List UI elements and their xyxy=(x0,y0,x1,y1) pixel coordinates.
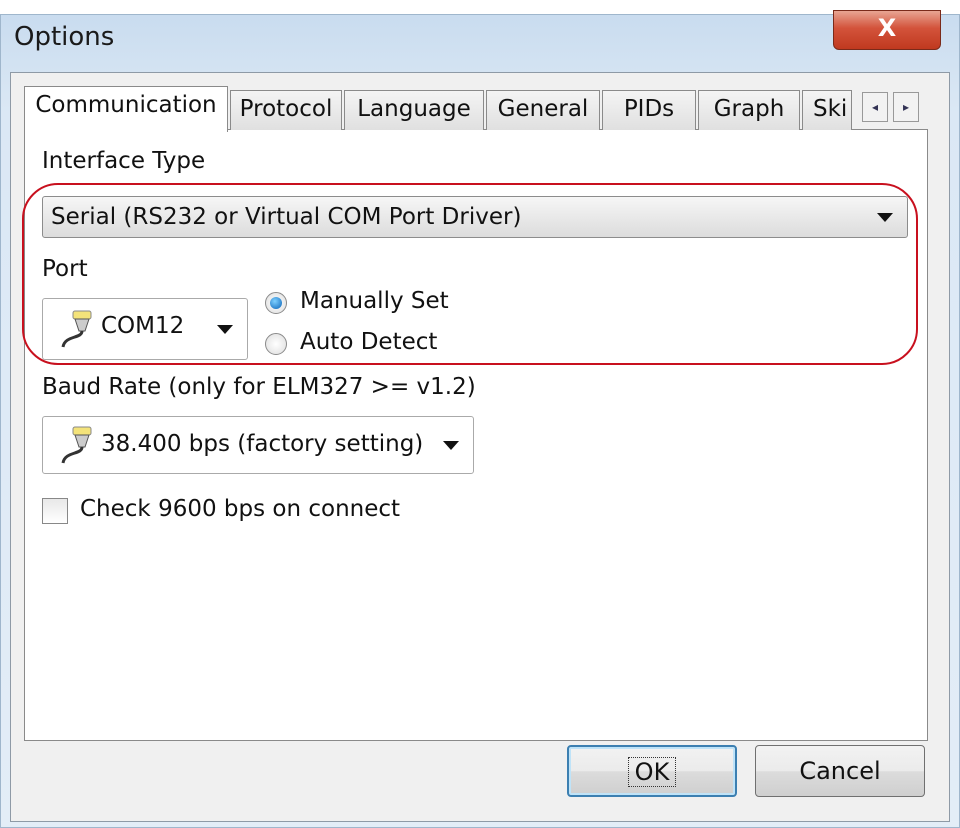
serial-connector-icon xyxy=(61,426,92,464)
close-button[interactable]: X xyxy=(833,10,941,50)
tab-scroll-left-button[interactable]: ◂ xyxy=(862,92,888,122)
baud-rate-value: 38.400 bps (factory setting) xyxy=(101,431,424,457)
baud-rate-select[interactable]: 38.400 bps (factory setting) xyxy=(42,416,474,474)
highlight-annotation xyxy=(22,183,918,365)
tab-skins[interactable]: Ski xyxy=(802,90,852,130)
baud-rate-label: Baud Rate (only for ELM327 >= v1.2) xyxy=(42,374,476,400)
window-title: Options xyxy=(14,22,115,52)
cancel-button[interactable]: Cancel xyxy=(755,745,925,797)
interface-type-label: Interface Type xyxy=(42,148,206,174)
tab-graph[interactable]: Graph xyxy=(698,90,800,130)
tab-general[interactable]: General xyxy=(486,90,600,130)
check-9600-checkbox[interactable] xyxy=(42,498,68,524)
ok-label: OK xyxy=(627,757,677,787)
check-9600-label: Check 9600 bps on connect xyxy=(80,496,401,522)
tab-pids[interactable]: PIDs xyxy=(602,90,696,130)
tab-communication[interactable]: Communication xyxy=(24,86,228,132)
tab-protocol[interactable]: Protocol xyxy=(230,90,342,130)
ok-button[interactable]: OK xyxy=(567,745,737,797)
chevron-down-icon xyxy=(443,441,459,450)
tab-scroll-right-button[interactable]: ▸ xyxy=(893,92,919,122)
tab-language[interactable]: Language xyxy=(344,90,484,130)
